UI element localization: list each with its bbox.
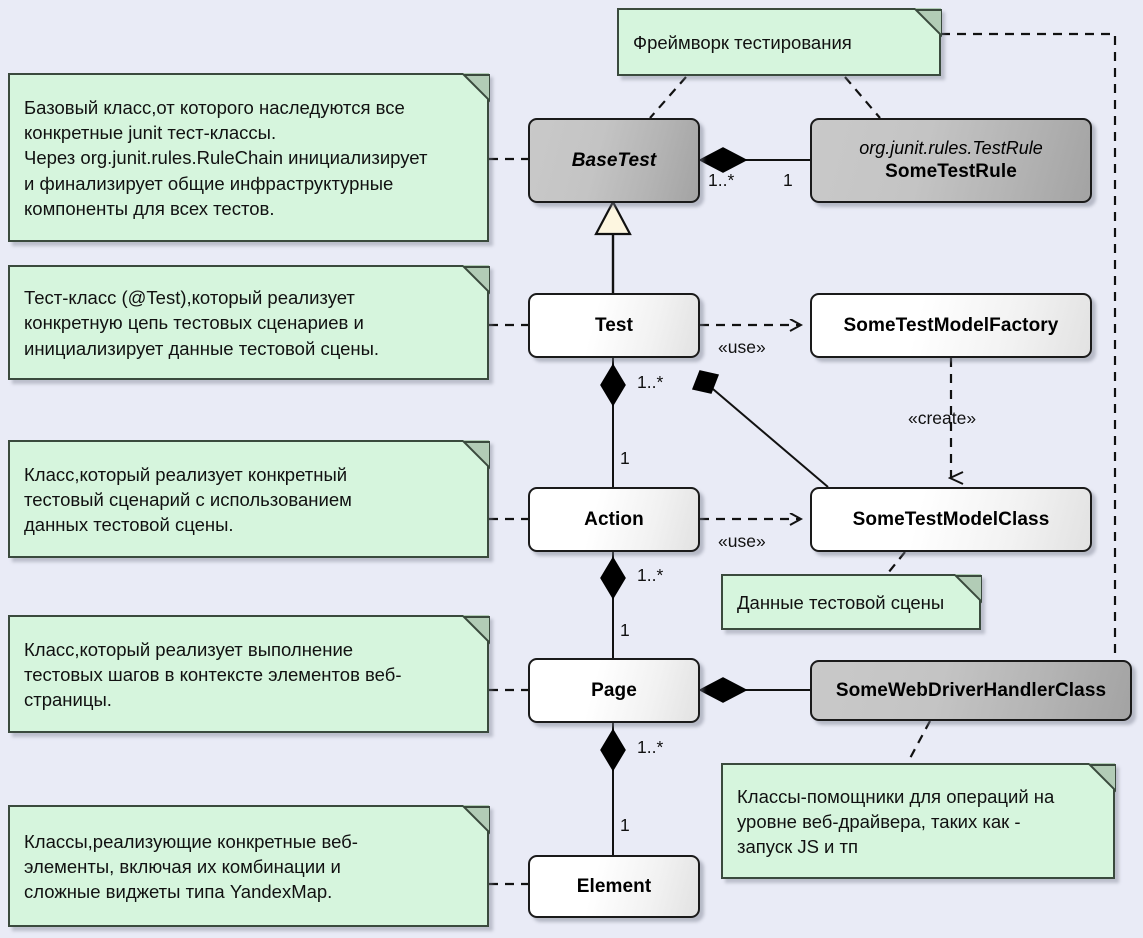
class-box-action[interactable]: Action xyxy=(528,487,700,552)
composition-diamond-test-action xyxy=(600,363,626,407)
note-webdriver: Классы-помощники для операций на уровне … xyxy=(721,763,1116,879)
stereotype-test-use: «use» xyxy=(718,337,766,357)
note-scenedata: Данные тестовой сцены xyxy=(721,574,982,630)
note-fold-icon xyxy=(463,73,489,99)
note-anchor-webdriver xyxy=(907,720,931,763)
class-box-sometestmodelfactory[interactable]: SomeTestModelFactory xyxy=(810,293,1092,358)
class-qualified-name: org.junit.rules.TestRule xyxy=(859,138,1043,159)
class-box-sometestrule[interactable]: org.junit.rules.TestRule SomeTestRule xyxy=(810,118,1092,203)
generalization-triangle-basetest xyxy=(594,199,632,236)
note-anchor-lines xyxy=(489,157,528,886)
class-box-element[interactable]: Element xyxy=(528,855,700,918)
note-framework: Фреймворк тестирования xyxy=(617,8,942,76)
multiplicity-basetest-rule-many: 1..* xyxy=(708,170,735,190)
class-box-somewebdriverhandlerclass[interactable]: SomeWebDriverHandlerClass xyxy=(810,660,1132,721)
class-name: SomeWebDriverHandlerClass xyxy=(835,679,1107,701)
note-action: Класс,который реализует конкретный тесто… xyxy=(8,440,490,558)
note-text: Тест-класс (@Test),который реализует кон… xyxy=(24,287,380,359)
class-box-page[interactable]: Page xyxy=(528,658,700,723)
note-text: Классы-помощники для операций на уровне … xyxy=(737,785,1055,858)
multiplicity-test-action-one: 1 xyxy=(620,448,630,468)
note-fold-icon xyxy=(463,615,489,641)
composition-diamond-basetest xyxy=(698,147,748,173)
class-name: Element xyxy=(576,875,652,897)
class-name: SomeTestModelFactory xyxy=(843,314,1059,336)
edge-test-sometestmodelclass xyxy=(699,377,829,488)
note-anchor-framework-basetest xyxy=(649,76,687,119)
class-name: Action xyxy=(584,508,644,530)
note-anchor-framework-testrule xyxy=(844,76,881,119)
class-name: SomeTestModelClass xyxy=(852,508,1050,530)
multiplicity-page-element-one: 1 xyxy=(620,815,630,835)
composition-diamond-action-page xyxy=(600,556,626,600)
note-element: Классы,реализующие конкретные веб- элеме… xyxy=(8,805,490,927)
composition-diamond-page xyxy=(698,677,748,703)
class-name: BaseTest xyxy=(571,149,657,171)
note-text: Класс,который реализует конкретный тесто… xyxy=(24,463,352,536)
note-basetest: Базовый класс,от которого наследуются вс… xyxy=(8,73,490,242)
note-test: Тест-класс (@Test),который реализует кон… xyxy=(8,265,490,380)
composition-diamond-test-modelclass xyxy=(691,370,720,394)
class-name: SomeTestRule xyxy=(885,160,1017,182)
multiplicity-test-action-many: 1..* xyxy=(637,372,664,392)
class-box-basetest[interactable]: BaseTest xyxy=(528,118,700,203)
note-text: Класс,который реализует выполнение тесто… xyxy=(24,638,402,711)
note-text: Классы,реализующие конкретные веб- элеме… xyxy=(24,830,358,903)
note-fold-icon xyxy=(915,8,941,34)
stereotype-action-use: «use» xyxy=(718,531,766,551)
note-fold-icon xyxy=(1089,763,1115,789)
stereotype-factory-create: «create» xyxy=(908,408,977,428)
note-page: Класс,который реализует выполнение тесто… xyxy=(8,615,490,733)
class-name: Page xyxy=(591,679,637,701)
note-text: Базовый класс,от которого наследуются вс… xyxy=(24,97,428,219)
class-box-sometestmodelclass[interactable]: SomeTestModelClass xyxy=(810,487,1092,552)
note-fold-icon xyxy=(463,265,489,291)
multiplicity-page-element-many: 1..* xyxy=(637,737,664,757)
multiplicity-action-page-one: 1 xyxy=(620,620,630,640)
note-text: Фреймворк тестирования xyxy=(633,31,852,53)
class-name: Test xyxy=(594,314,634,336)
uml-diagram-canvas: Фреймворк тестирования Базовый класс,от … xyxy=(0,0,1143,938)
multiplicity-basetest-rule-one: 1 xyxy=(783,170,793,190)
composition-diamond-page-element xyxy=(600,728,626,772)
note-fold-icon xyxy=(463,440,489,466)
note-fold-icon xyxy=(955,574,981,600)
note-text: Данные тестовой сцены xyxy=(737,591,945,613)
multiplicity-action-page-many: 1..* xyxy=(637,565,664,585)
note-fold-icon xyxy=(463,805,489,831)
class-box-test[interactable]: Test xyxy=(528,293,700,358)
